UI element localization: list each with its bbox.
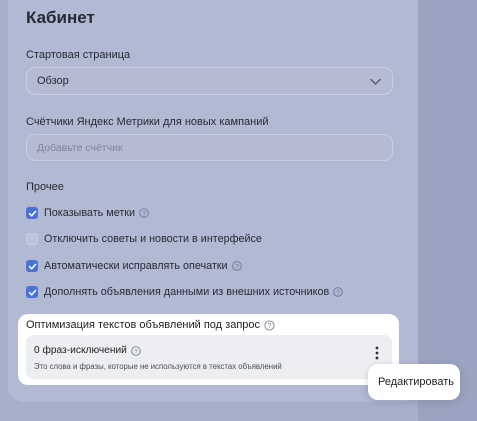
start-page-label: Стартовая страница bbox=[26, 49, 131, 61]
phrases-count: 0 фраз-исключений bbox=[34, 345, 127, 356]
phrases-title-row: 0 фраз-исключений ? bbox=[34, 345, 141, 356]
help-icon[interactable]: ? bbox=[139, 208, 149, 218]
help-icon[interactable]: ? bbox=[231, 261, 242, 271]
svg-text:?: ? bbox=[268, 322, 272, 329]
help-icon[interactable]: ? bbox=[264, 319, 275, 331]
context-menu: Редактировать bbox=[368, 364, 460, 400]
checkbox-autocorrect[interactable]: Автоматически исправлять опечатки ? bbox=[26, 259, 242, 273]
checkbox-show-labels[interactable]: Показывать метки ? bbox=[26, 206, 149, 220]
checkbox-disable-tips[interactable]: Отключить советы и новости в интерфейсе bbox=[26, 232, 262, 246]
start-page-value: Обзор bbox=[37, 75, 69, 87]
checkmark-icon bbox=[28, 289, 36, 296]
checkbox-label: Показывать метки bbox=[44, 207, 136, 219]
help-icon[interactable]: ? bbox=[131, 345, 141, 356]
checkmark-icon bbox=[28, 263, 36, 270]
counter-placeholder: Добавьте счётчик bbox=[37, 142, 123, 154]
start-page-select[interactable]: Обзор bbox=[26, 67, 393, 95]
checkmark-icon bbox=[28, 210, 36, 217]
optimization-title: Оптимизация текстов объявлений под запро… bbox=[26, 319, 261, 331]
checkbox-label: Автоматически исправлять опечатки bbox=[44, 260, 228, 272]
checkbox-checked[interactable] bbox=[26, 286, 38, 298]
phrases-block bbox=[26, 335, 392, 379]
more-vertical-icon[interactable] bbox=[371, 345, 383, 361]
chevron-down-icon bbox=[370, 78, 381, 85]
help-icon[interactable]: ? bbox=[333, 287, 343, 297]
counters-label: Счётчики Яндекс Метрики для новых кампан… bbox=[26, 116, 269, 128]
checkbox-label: Отключить советы и новости в интерфейсе bbox=[44, 233, 262, 245]
phrases-description: Это слова и фразы, которые не используют… bbox=[34, 362, 282, 371]
svg-text:?: ? bbox=[336, 289, 340, 296]
svg-text:?: ? bbox=[134, 348, 138, 355]
edit-menu-item[interactable]: Редактировать bbox=[378, 376, 454, 388]
svg-text:?: ? bbox=[235, 263, 239, 270]
counter-input[interactable]: Добавьте счётчик bbox=[26, 134, 393, 161]
checkbox-unchecked[interactable] bbox=[26, 233, 38, 245]
checkbox-checked[interactable] bbox=[26, 207, 38, 219]
svg-text:?: ? bbox=[142, 210, 146, 217]
checkbox-label: Дополнять объявления данными из внешних … bbox=[44, 286, 330, 298]
checkbox-checked[interactable] bbox=[26, 260, 38, 272]
other-label: Прочее bbox=[26, 181, 64, 193]
right-overlay bbox=[418, 0, 477, 421]
page-title: Кабинет bbox=[26, 8, 95, 27]
optimization-title-row: Оптимизация текстов объявлений под запро… bbox=[26, 319, 275, 331]
checkbox-external-data[interactable]: Дополнять объявления данными из внешних … bbox=[26, 285, 343, 299]
